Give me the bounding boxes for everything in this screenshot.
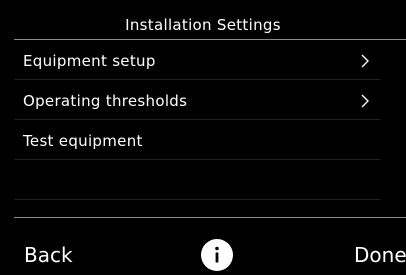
menu-item-equipment-setup[interactable]: Equipment setup: [0, 40, 406, 80]
row-divider: [14, 199, 380, 200]
menu-item-test-equipment[interactable]: Test equipment: [0, 120, 406, 160]
info-icon: [215, 246, 219, 263]
menu-item-operating-thresholds[interactable]: Operating thresholds: [0, 80, 406, 120]
chevron-right-icon: [361, 54, 369, 68]
info-button[interactable]: [201, 239, 233, 271]
chevron-right-icon: [361, 94, 369, 108]
back-button[interactable]: Back: [24, 243, 73, 267]
menu-item-empty: [0, 160, 406, 200]
menu-item-label: Test equipment: [23, 132, 143, 150]
menu-item-label: Equipment setup: [23, 52, 156, 70]
page-title: Installation Settings: [125, 16, 281, 34]
done-button[interactable]: Done: [354, 243, 406, 267]
settings-menu: Equipment setup Operating thresholds Tes…: [0, 40, 406, 200]
menu-item-label: Operating thresholds: [23, 92, 188, 110]
footer-divider: [14, 217, 406, 218]
settings-screen: Installation Settings Equipment setup Op…: [0, 0, 406, 275]
